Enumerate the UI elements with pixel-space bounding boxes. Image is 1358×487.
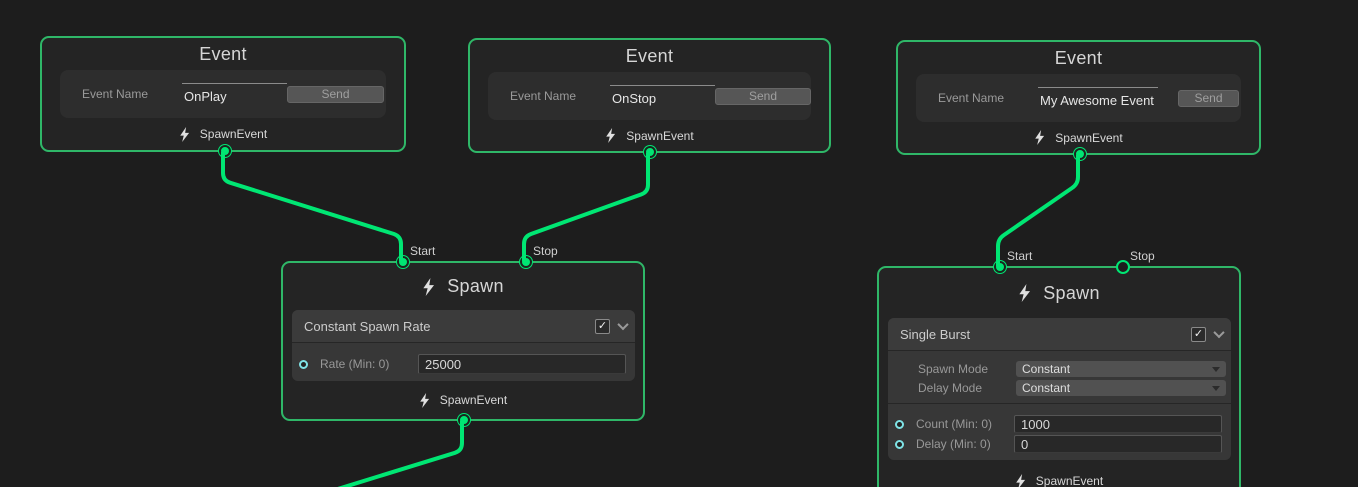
node-title: Spawn	[283, 263, 643, 310]
dropdown-value: Constant	[1022, 381, 1070, 395]
edge-spawn-output-down[interactable]	[328, 421, 462, 487]
spawn-node-constant[interactable]: Start Stop Spawn Constant Spawn Rate Rat…	[281, 261, 645, 421]
flow-input-label-start: Start	[410, 244, 435, 258]
setting-row-delay-mode: Delay Mode Constant	[888, 380, 1226, 396]
lightning-icon	[422, 278, 435, 296]
flow-output-label: SpawnEvent	[1055, 131, 1122, 145]
flow-output-row: SpawnEvent	[879, 460, 1239, 487]
event-name-input[interactable]	[182, 83, 287, 105]
property-row-rate: Rate (Min: 0)	[292, 354, 626, 374]
chevron-down-icon[interactable]	[1213, 327, 1224, 338]
block-enabled-checkbox[interactable]	[595, 319, 610, 334]
event-settings-panel: Event Name Send	[60, 70, 386, 118]
delay-mode-dropdown[interactable]: Constant	[1016, 380, 1226, 396]
property-label: Count (Min: 0)	[904, 417, 1014, 431]
property-row-count: Count (Min: 0)	[888, 415, 1222, 433]
event-node-awesome[interactable]: Event Event Name Send SpawnEvent	[896, 40, 1261, 155]
event-node-onstop[interactable]: Event Event Name Send SpawnEvent	[468, 38, 831, 153]
flow-output-label: SpawnEvent	[440, 393, 507, 407]
rate-input[interactable]	[418, 354, 626, 374]
node-title: Event	[898, 42, 1259, 74]
block-header: Constant Spawn Rate	[292, 310, 635, 343]
event-settings-panel: Event Name Send	[916, 74, 1241, 122]
flow-output-label: SpawnEvent	[626, 129, 693, 143]
dropdown-arrow-icon	[1212, 386, 1220, 391]
setting-row-spawn-mode: Spawn Mode Constant	[888, 361, 1226, 377]
lightning-icon	[419, 393, 430, 408]
block-rows: Rate (Min: 0)	[292, 343, 635, 381]
vfx-graph-canvas[interactable]: Event Event Name Send SpawnEvent Event E…	[0, 0, 1358, 487]
block-rows: Count (Min: 0) Delay (Min: 0)	[888, 404, 1231, 460]
delay-input[interactable]	[1014, 435, 1222, 453]
setting-label: Spawn Mode	[888, 362, 1016, 376]
event-settings-panel: Event Name Send	[488, 72, 811, 120]
flow-input-label-stop: Stop	[533, 244, 558, 258]
node-title: Spawn	[879, 268, 1239, 318]
flow-input-label-start: Start	[1007, 249, 1032, 263]
edge-onplay-to-start[interactable]	[223, 152, 401, 261]
node-title: Event	[42, 38, 404, 70]
flow-output-label: SpawnEvent	[1036, 474, 1103, 487]
event-name-input[interactable]	[610, 85, 715, 107]
chevron-down-icon[interactable]	[617, 319, 628, 330]
block-constant-spawn-rate[interactable]: Constant Spawn Rate Rate (Min: 0)	[292, 310, 635, 381]
send-button[interactable]: Send	[1178, 90, 1239, 107]
block-single-burst[interactable]: Single Burst Spawn Mode Constant Delay M…	[888, 318, 1231, 460]
event-name-label: Event Name	[82, 87, 182, 101]
event-node-onplay[interactable]: Event Event Name Send SpawnEvent	[40, 36, 406, 152]
spawn-mode-dropdown[interactable]: Constant	[1016, 361, 1226, 377]
dropdown-arrow-icon	[1212, 367, 1220, 372]
dropdown-value: Constant	[1022, 362, 1070, 376]
block-title: Constant Spawn Rate	[304, 319, 595, 334]
flow-input-port-stop[interactable]	[1116, 260, 1130, 274]
lightning-icon	[1018, 284, 1031, 302]
flow-output-label: SpawnEvent	[200, 127, 267, 141]
data-port-count[interactable]	[895, 420, 904, 429]
spawn-node-burst[interactable]: Start Stop Spawn Single Burst Spawn Mode…	[877, 266, 1241, 487]
block-enabled-checkbox[interactable]	[1191, 327, 1206, 342]
block-title: Single Burst	[900, 327, 1191, 342]
send-button[interactable]: Send	[715, 88, 811, 105]
lightning-icon	[605, 128, 616, 143]
data-port-rate[interactable]	[299, 360, 308, 369]
data-port-delay[interactable]	[895, 440, 904, 449]
lightning-icon	[179, 127, 190, 142]
property-label: Delay (Min: 0)	[904, 437, 1014, 451]
flow-input-label-stop: Stop	[1130, 249, 1155, 263]
send-button[interactable]: Send	[287, 86, 384, 103]
event-name-label: Event Name	[938, 91, 1038, 105]
block-header: Single Burst	[888, 318, 1231, 351]
lightning-icon	[1015, 474, 1026, 487]
event-name-input[interactable]	[1038, 87, 1158, 109]
count-input[interactable]	[1014, 415, 1222, 433]
block-settings: Spawn Mode Constant Delay Mode Constant	[888, 351, 1231, 404]
property-row-delay: Delay (Min: 0)	[888, 435, 1222, 453]
event-name-label: Event Name	[510, 89, 610, 103]
property-label: Rate (Min: 0)	[308, 357, 418, 371]
lightning-icon	[1034, 130, 1045, 145]
node-title: Event	[470, 40, 829, 72]
setting-label: Delay Mode	[888, 381, 1016, 395]
